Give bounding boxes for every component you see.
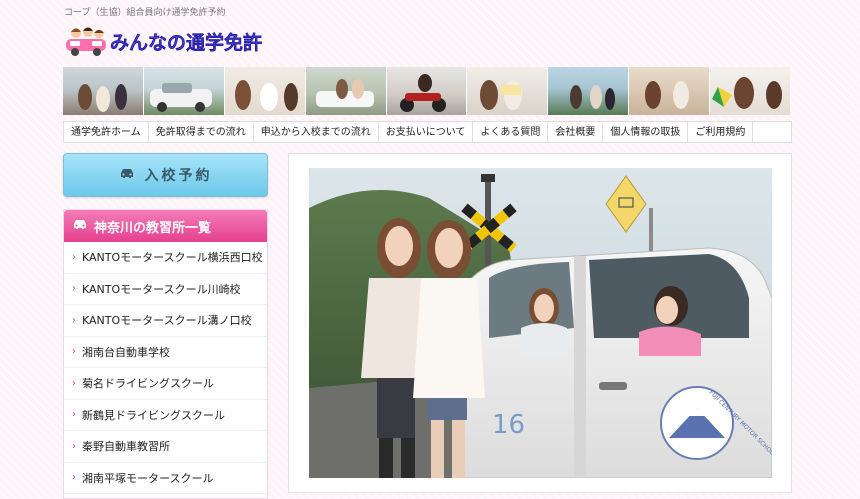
school-list-item[interactable]: › 湘南平塚モータースクール	[64, 463, 267, 494]
chevron-right-icon: ›	[72, 377, 76, 389]
nav-item-privacy[interactable]: 個人情報の取扱	[603, 122, 689, 142]
photo-thumb	[143, 67, 225, 115]
school-name: 湘南平塚モータースクール	[82, 471, 214, 485]
nav-item-license-flow[interactable]: 免許取得までの流れ	[149, 122, 254, 142]
school-list-item[interactable]: › KANTOモータースクール川崎校	[64, 274, 267, 305]
chevron-right-icon: ›	[72, 409, 76, 421]
chevron-right-icon: ›	[72, 472, 76, 484]
school-name: 新鶴見ドライビングスクール	[82, 408, 225, 422]
chevron-right-icon: ›	[72, 440, 76, 452]
photo-thumb	[63, 67, 144, 115]
nav-item-home[interactable]: 通学免許ホーム	[64, 122, 149, 142]
school-list-item[interactable]: › 秦野自動車教習所	[64, 431, 267, 463]
tagline: コープ（生協）組合員向け通学免許予約	[64, 8, 226, 18]
chevron-right-icon: ›	[72, 314, 76, 326]
chevron-right-icon: ›	[72, 283, 76, 295]
nav-item-payment[interactable]: お支払いについて	[379, 122, 474, 142]
logo-text: みんなの通学免許	[110, 28, 262, 55]
car-number: 16	[492, 410, 525, 440]
school-name: KANTOモータースクール横浜西口校	[82, 251, 263, 265]
hero-image: 16 FUJI CENTURY MOTOR SCHOOL	[309, 168, 772, 478]
photo-thumb	[548, 67, 630, 115]
nav-item-company[interactable]: 会社概要	[548, 122, 604, 142]
school-list-item[interactable]: › KANTOモータースクール横浜西口校	[64, 242, 267, 274]
school-list-item[interactable]: › 湘南台自動車学校	[64, 337, 267, 368]
photo-thumb	[710, 67, 791, 115]
school-list: 神奈川の教習所一覧 › KANTOモータースクール横浜西口校 › KANTOモーター…	[63, 209, 268, 499]
nav-item-faq[interactable]: よくある質問	[473, 122, 549, 142]
main-content: 16 FUJI CENTURY MOTOR SCHOOL	[288, 153, 792, 493]
nav-item-terms[interactable]: ご利用規約	[688, 122, 754, 142]
global-nav: 通学免許ホーム 免許取得までの流れ 申込から入校までの流れ お支払いについて よ…	[63, 121, 792, 143]
photo-thumb	[629, 67, 711, 115]
school-list-header: 神奈川の教習所一覧	[64, 210, 267, 242]
reserve-button[interactable]: 入校予約	[63, 153, 268, 197]
school-list-title: 神奈川の教習所一覧	[94, 220, 212, 236]
school-list-item[interactable]: › KANTOモータースクール溝ノ口校	[64, 305, 267, 337]
photo-thumb	[467, 67, 549, 115]
photo-strip	[63, 67, 791, 115]
school-name: 菊名ドライビングスクール	[82, 377, 214, 391]
school-list-item[interactable]: › 新鶴見ドライビングスクール	[64, 400, 267, 431]
photo-thumb	[386, 67, 468, 115]
school-list-item[interactable]: › 菊名ドライビングスクール	[64, 368, 267, 400]
logo-car-icon	[64, 25, 108, 57]
site-logo[interactable]: みんなの通学免許	[64, 23, 262, 59]
chevron-right-icon: ›	[72, 346, 76, 358]
school-name: KANTOモータースクール溝ノ口校	[82, 314, 252, 328]
photo-thumb	[224, 67, 306, 115]
car-icon	[72, 218, 88, 234]
chevron-right-icon: ›	[72, 251, 76, 263]
car-icon	[119, 167, 135, 183]
reserve-button-label: 入校予約	[144, 168, 213, 184]
school-name: 秦野自動車教習所	[82, 440, 170, 454]
school-name: KANTOモータースクール川崎校	[82, 282, 241, 296]
school-name: 湘南台自動車学校	[82, 345, 170, 359]
photo-thumb	[305, 67, 387, 115]
nav-item-application-flow[interactable]: 申込から入校までの流れ	[254, 122, 379, 142]
